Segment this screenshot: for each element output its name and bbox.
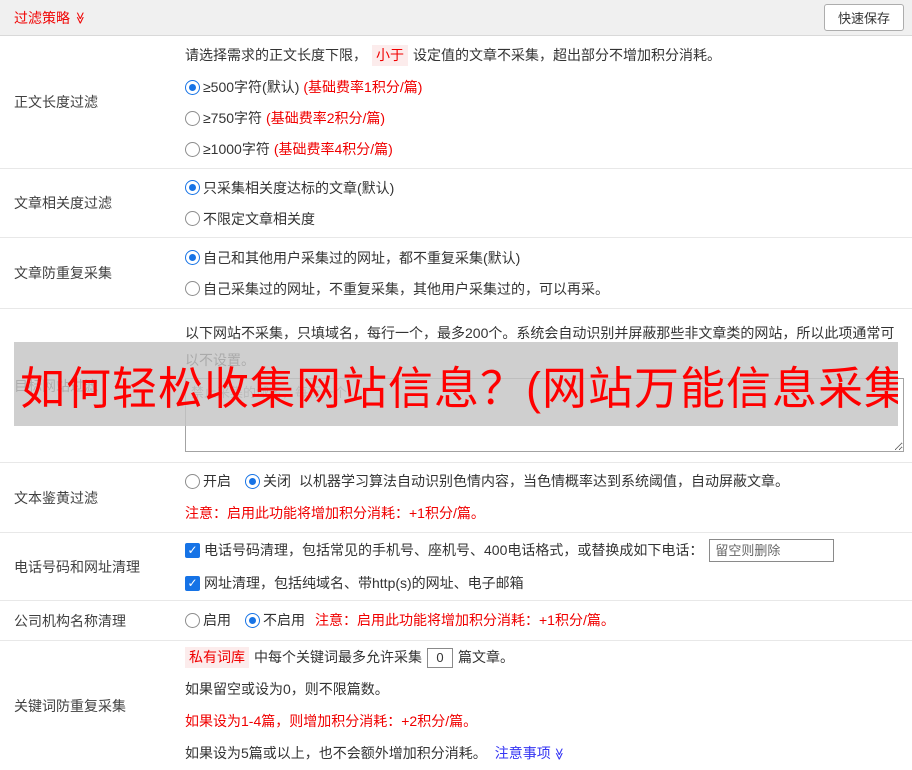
radio-company-on[interactable] (185, 613, 200, 628)
section-title-label: 过滤策略 (14, 9, 70, 26)
radio-porn-off[interactable] (245, 474, 260, 489)
row-label-length-filter: 正文长度过滤 (14, 94, 98, 110)
relevance-option-any[interactable]: 不限定文章相关度 (185, 209, 904, 229)
phone-clean-line: ✓ 电话号码清理，包括常见的手机号、座机号、400电话格式，或替换成如下电话： (185, 539, 904, 562)
topbar: 过滤策略 ≫ 快速保存 (0, 0, 912, 36)
notice-link[interactable]: 注意事项 ≫ (495, 743, 566, 764)
row-relevance-filter: 文章相关度过滤 只采集相关度达标的文章(默认) 不限定文章相关度 (0, 169, 912, 238)
porn-option-on[interactable]: 开启 (185, 471, 231, 492)
row-company-clean: 公司机构名称清理 启用 不启用 注意：启用此功能将增加积分消耗：+1积分/篇。 (0, 601, 912, 641)
checkbox-url-clean[interactable]: ✓ (185, 576, 200, 591)
row-label-dedup-filter: 文章防重复采集 (14, 265, 112, 281)
section-title-filter-strategy[interactable]: 过滤策略 ≫ (14, 8, 87, 28)
radio-length-750[interactable] (185, 110, 200, 126)
length-500-fee-note: (基础费率1积分/篇) (303, 79, 423, 95)
row-label-keyword-dedup: 关键词防重复采集 (14, 697, 126, 714)
length-filter-intro: 请选择需求的正文长度下限， 小于 设定值的文章不采集，超出部分不增加积分消耗。 (185, 45, 904, 66)
length-option-750[interactable]: ≥750字符 (基础费率2积分/篇) (185, 108, 904, 128)
keyword-note-fee: 如果设为1-4篇，则增加积分消耗：+2积分/篇。 (185, 713, 478, 729)
company-clean-options: 启用 不启用 注意：启用此功能将增加积分消耗：+1积分/篇。 (185, 610, 904, 631)
url-clean-option[interactable]: ✓ 网址清理，包括纯域名、带http(s)的网址、电子邮箱 (185, 573, 524, 594)
radio-dedup-self-only[interactable] (185, 281, 200, 296)
site-filter-description: 以下网站不采集，只填域名，每行一个，最多200个。系统会自动识别并屏蔽那些非文章… (185, 324, 895, 368)
row-dedup-filter: 文章防重复采集 自己和其他用户采集过的网址，都不重复采集(默认) 自己采集过的网… (0, 238, 912, 309)
length-750-fee-note: (基础费率2积分/篇) (266, 110, 386, 126)
row-content-company-clean: 启用 不启用 注意：启用此功能将增加积分消耗：+1积分/篇。 (185, 601, 912, 640)
row-content-keyword-dedup: 私有词库 中每个关键词最多允许采集 篇文章。 如果留空或设为0，则不限篇数。 如… (185, 641, 912, 770)
row-phone-url-clean: 电话号码和网址清理 ✓ 电话号码清理，包括常见的手机号、座机号、400电话格式，… (0, 533, 912, 601)
row-label-site-filter: 目标网站过滤 (14, 377, 98, 394)
phone-clean-option[interactable]: ✓ 电话号码清理，包括常见的手机号、座机号、400电话格式，或替换成如下电话： (185, 540, 703, 561)
company-option-on[interactable]: 启用 (185, 610, 231, 631)
company-clean-note: 注意：启用此功能将增加积分消耗：+1积分/篇。 (315, 612, 615, 628)
row-content-length-filter: 请选择需求的正文长度下限， 小于 设定值的文章不采集，超出部分不增加积分消耗。 ≥5… (185, 36, 912, 168)
row-content-dedup-filter: 自己和其他用户采集过的网址，都不重复采集(默认) 自己采集过的网址，不重复采集，… (185, 238, 912, 308)
keyword-limit-input[interactable] (427, 647, 453, 668)
row-content-porn-filter: 开启 关闭 以机器学习算法自动识别色情内容，当色情概率达到系统阈值，自动屏蔽文章… (185, 463, 912, 532)
keyword-note-five-plus: 如果设为5篇或以上，也不会额外增加积分消耗。 注意事项 ≫ (185, 743, 904, 764)
radio-length-500[interactable] (185, 79, 200, 95)
radio-length-1000[interactable] (185, 141, 200, 157)
porn-option-off[interactable]: 关闭 (245, 471, 291, 492)
row-content-relevance-filter: 只采集相关度达标的文章(默认) 不限定文章相关度 (185, 169, 912, 237)
url-clean-line: ✓ 网址清理，包括纯域名、带http(s)的网址、电子邮箱 (185, 573, 904, 594)
row-label-phone-url-clean: 电话号码和网址清理 (14, 558, 140, 575)
dedup-option-all-users[interactable]: 自己和其他用户采集过的网址，都不重复采集(默认) (185, 248, 904, 268)
porn-filter-note: 注意：启用此功能将增加积分消耗：+1积分/篇。 (185, 505, 485, 521)
radio-relevance-strict[interactable] (185, 180, 200, 195)
blocked-sites-textarea[interactable] (185, 377, 904, 452)
radio-porn-on[interactable] (185, 474, 200, 489)
length-option-500[interactable]: ≥500字符(默认) (基础费率1积分/篇) (185, 77, 904, 97)
row-label-company-clean: 公司机构名称清理 (14, 612, 126, 629)
chevron-down-icon: ≫ (552, 747, 567, 760)
company-option-off[interactable]: 不启用 (245, 610, 305, 631)
keyword-limit-line: 私有词库 中每个关键词最多允许采集 篇文章。 (185, 647, 904, 668)
length-option-1000[interactable]: ≥1000字符 (基础费率4积分/篇) (185, 139, 904, 159)
porn-filter-options: 开启 关闭 以机器学习算法自动识别色情内容，当色情概率达到系统阈值，自动屏蔽文章… (185, 471, 904, 492)
radio-dedup-all-users[interactable] (185, 250, 200, 265)
porn-filter-description: 以机器学习算法自动识别色情内容，当色情概率达到系统阈值，自动屏蔽文章。 (299, 473, 789, 489)
row-keyword-dedup: 关键词防重复采集 私有词库 中每个关键词最多允许采集 篇文章。 如果留空或设为0… (0, 641, 912, 770)
row-label-relevance-filter: 文章相关度过滤 (14, 195, 112, 211)
row-length-filter: 正文长度过滤 请选择需求的正文长度下限， 小于 设定值的文章不采集，超出部分不增加积… (0, 36, 912, 169)
private-lexicon-highlight: 私有词库 (185, 647, 249, 668)
quick-save-button[interactable]: 快速保存 (823, 4, 904, 31)
row-content-site-filter: 以下网站不采集，只填域名，每行一个，最多200个。系统会自动识别并屏蔽那些非文章… (185, 309, 912, 462)
row-site-filter: 目标网站过滤 以下网站不采集，只填域名，每行一个，最多200个。系统会自动识别并… (0, 309, 912, 463)
replacement-phone-input[interactable] (709, 539, 835, 562)
radio-relevance-any[interactable] (185, 211, 200, 226)
chevron-down-icon: ≫ (73, 11, 88, 24)
keyword-note-unlimited: 如果留空或设为0，则不限篇数。 (185, 681, 389, 697)
relevance-option-strict[interactable]: 只采集相关度达标的文章(默认) (185, 178, 904, 198)
row-content-phone-url-clean: ✓ 电话号码清理，包括常见的手机号、座机号、400电话格式，或替换成如下电话： … (185, 533, 912, 600)
length-1000-fee-note: (基础费率4积分/篇) (273, 141, 393, 157)
less-than-highlight: 小于 (372, 45, 408, 66)
radio-company-off[interactable] (245, 613, 260, 628)
row-porn-filter: 文本鉴黄过滤 开启 关闭 以机器学习算法自动识别色情内容，当色情概率达到系统阈值… (0, 463, 912, 533)
checkbox-phone-clean[interactable]: ✓ (185, 543, 200, 558)
row-label-porn-filter: 文本鉴黄过滤 (14, 489, 98, 506)
dedup-option-self-only[interactable]: 自己采集过的网址，不重复采集，其他用户采集过的，可以再采。 (185, 279, 904, 299)
